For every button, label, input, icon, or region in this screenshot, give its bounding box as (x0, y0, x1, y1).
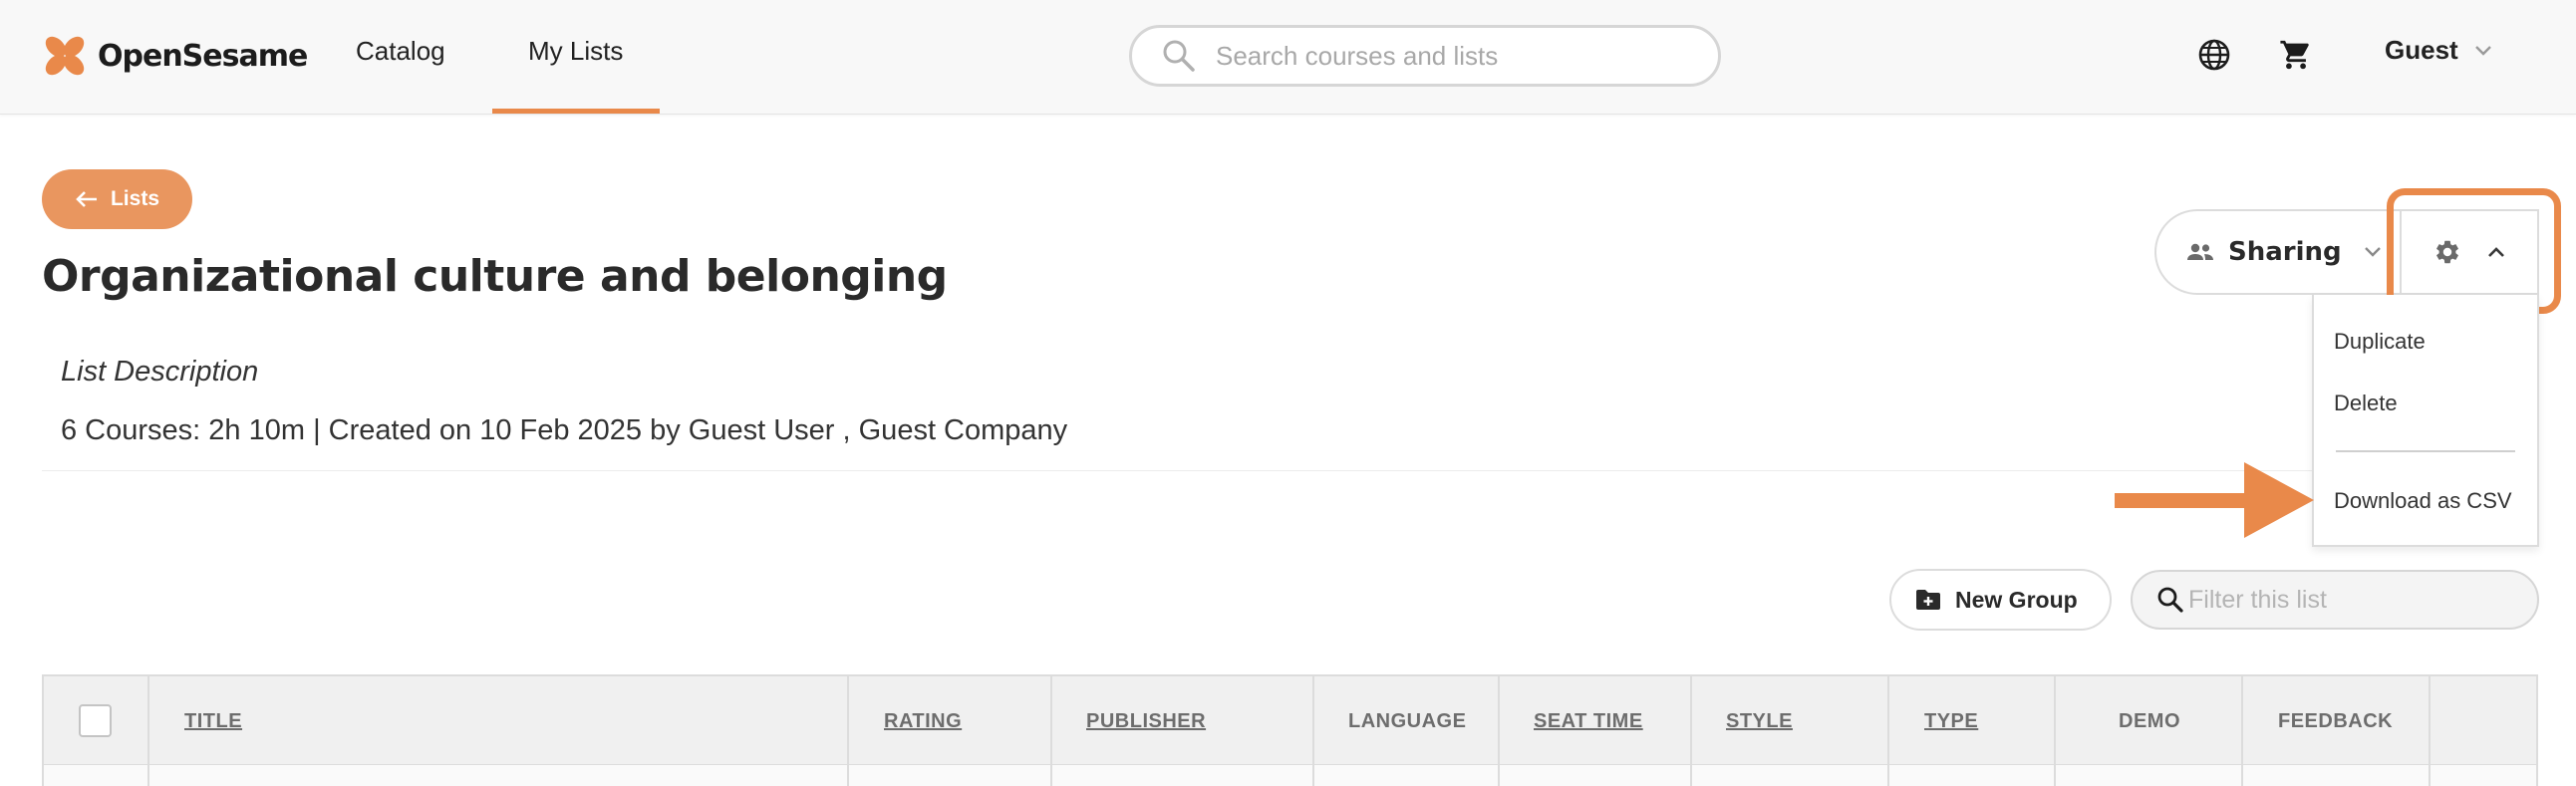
new-group-button[interactable]: New Group (1889, 569, 2112, 631)
search-icon (2157, 587, 2183, 613)
search-icon (1163, 40, 1195, 72)
top-navigation-bar: OpenSesame Catalog My Lists Guest (0, 0, 2576, 115)
cart-button[interactable] (2275, 34, 2317, 76)
sharing-button[interactable]: Sharing (2154, 209, 2400, 295)
brand-name: OpenSesame (98, 38, 308, 74)
column-divider (2241, 676, 2243, 786)
column-header-publisher[interactable]: PUBLISHER (1086, 710, 1206, 733)
list-meta: 6 Courses: 2h 10m | Created on 10 Feb 20… (61, 414, 1068, 446)
column-divider (1498, 676, 1500, 786)
back-button-label: Lists (110, 187, 159, 210)
user-menu[interactable]: Guest (2385, 35, 2492, 66)
column-header-title[interactable]: TITLE (184, 710, 242, 733)
menu-divider (2336, 450, 2515, 452)
arrow-right-icon (2115, 462, 2314, 538)
global-search[interactable] (1129, 25, 1721, 87)
opensesame-logo-icon (45, 36, 85, 76)
select-all-checkbox[interactable] (79, 704, 112, 737)
cart-icon (2280, 40, 2309, 70)
column-header-style[interactable]: STYLE (1726, 710, 1793, 733)
filter-input[interactable] (2188, 585, 2527, 615)
menu-item-duplicate[interactable]: Duplicate (2334, 329, 2426, 355)
menu-item-download-csv[interactable]: Download as CSV (2334, 488, 2512, 514)
column-divider (2429, 676, 2431, 786)
column-divider (1312, 676, 1314, 786)
column-header-language: LANGUAGE (1348, 710, 1467, 732)
column-header-demo: DEMO (2119, 710, 2180, 732)
column-divider (1887, 676, 1889, 786)
list-description: List Description (61, 356, 259, 388)
page-title: Organizational culture and belonging (42, 251, 948, 302)
arrow-left-icon (76, 191, 97, 207)
chevron-down-icon (2364, 247, 2381, 257)
column-divider (847, 676, 849, 786)
sharing-label: Sharing (2228, 237, 2342, 267)
people-icon (2187, 243, 2213, 260)
column-header-seat-time[interactable]: SEAT TIME (1534, 710, 1643, 733)
column-header-rating[interactable]: RATING (884, 710, 962, 733)
nav-catalog[interactable]: Catalog (356, 36, 445, 67)
new-group-label: New Group (1955, 586, 2078, 613)
globe-icon (2198, 39, 2230, 71)
column-divider (2054, 676, 2056, 786)
menu-item-delete[interactable]: Delete (2334, 391, 2398, 416)
column-divider (1050, 676, 1052, 786)
active-nav-indicator (492, 109, 660, 114)
brand-logo[interactable]: OpenSesame (42, 30, 308, 82)
table-body (44, 765, 2536, 786)
courses-table: TITLE RATING PUBLISHER LANGUAGE SEAT TIM… (42, 674, 2538, 786)
language-button[interactable] (2193, 34, 2235, 76)
chevron-down-icon (2474, 45, 2491, 56)
nav-my-lists[interactable]: My Lists (528, 36, 623, 67)
settings-dropdown-menu: Duplicate Delete Download as CSV (2312, 295, 2539, 547)
column-divider (1690, 676, 1692, 786)
column-divider (147, 676, 149, 786)
user-name: Guest (2385, 35, 2458, 65)
column-header-feedback: FEEDBACK (2278, 710, 2394, 732)
column-header-type[interactable]: TYPE (1924, 710, 1978, 733)
folder-add-icon (1916, 590, 1940, 610)
search-input[interactable] (1216, 40, 1694, 72)
filter-list[interactable] (2131, 570, 2539, 630)
back-to-lists-button[interactable]: Lists (42, 169, 192, 229)
